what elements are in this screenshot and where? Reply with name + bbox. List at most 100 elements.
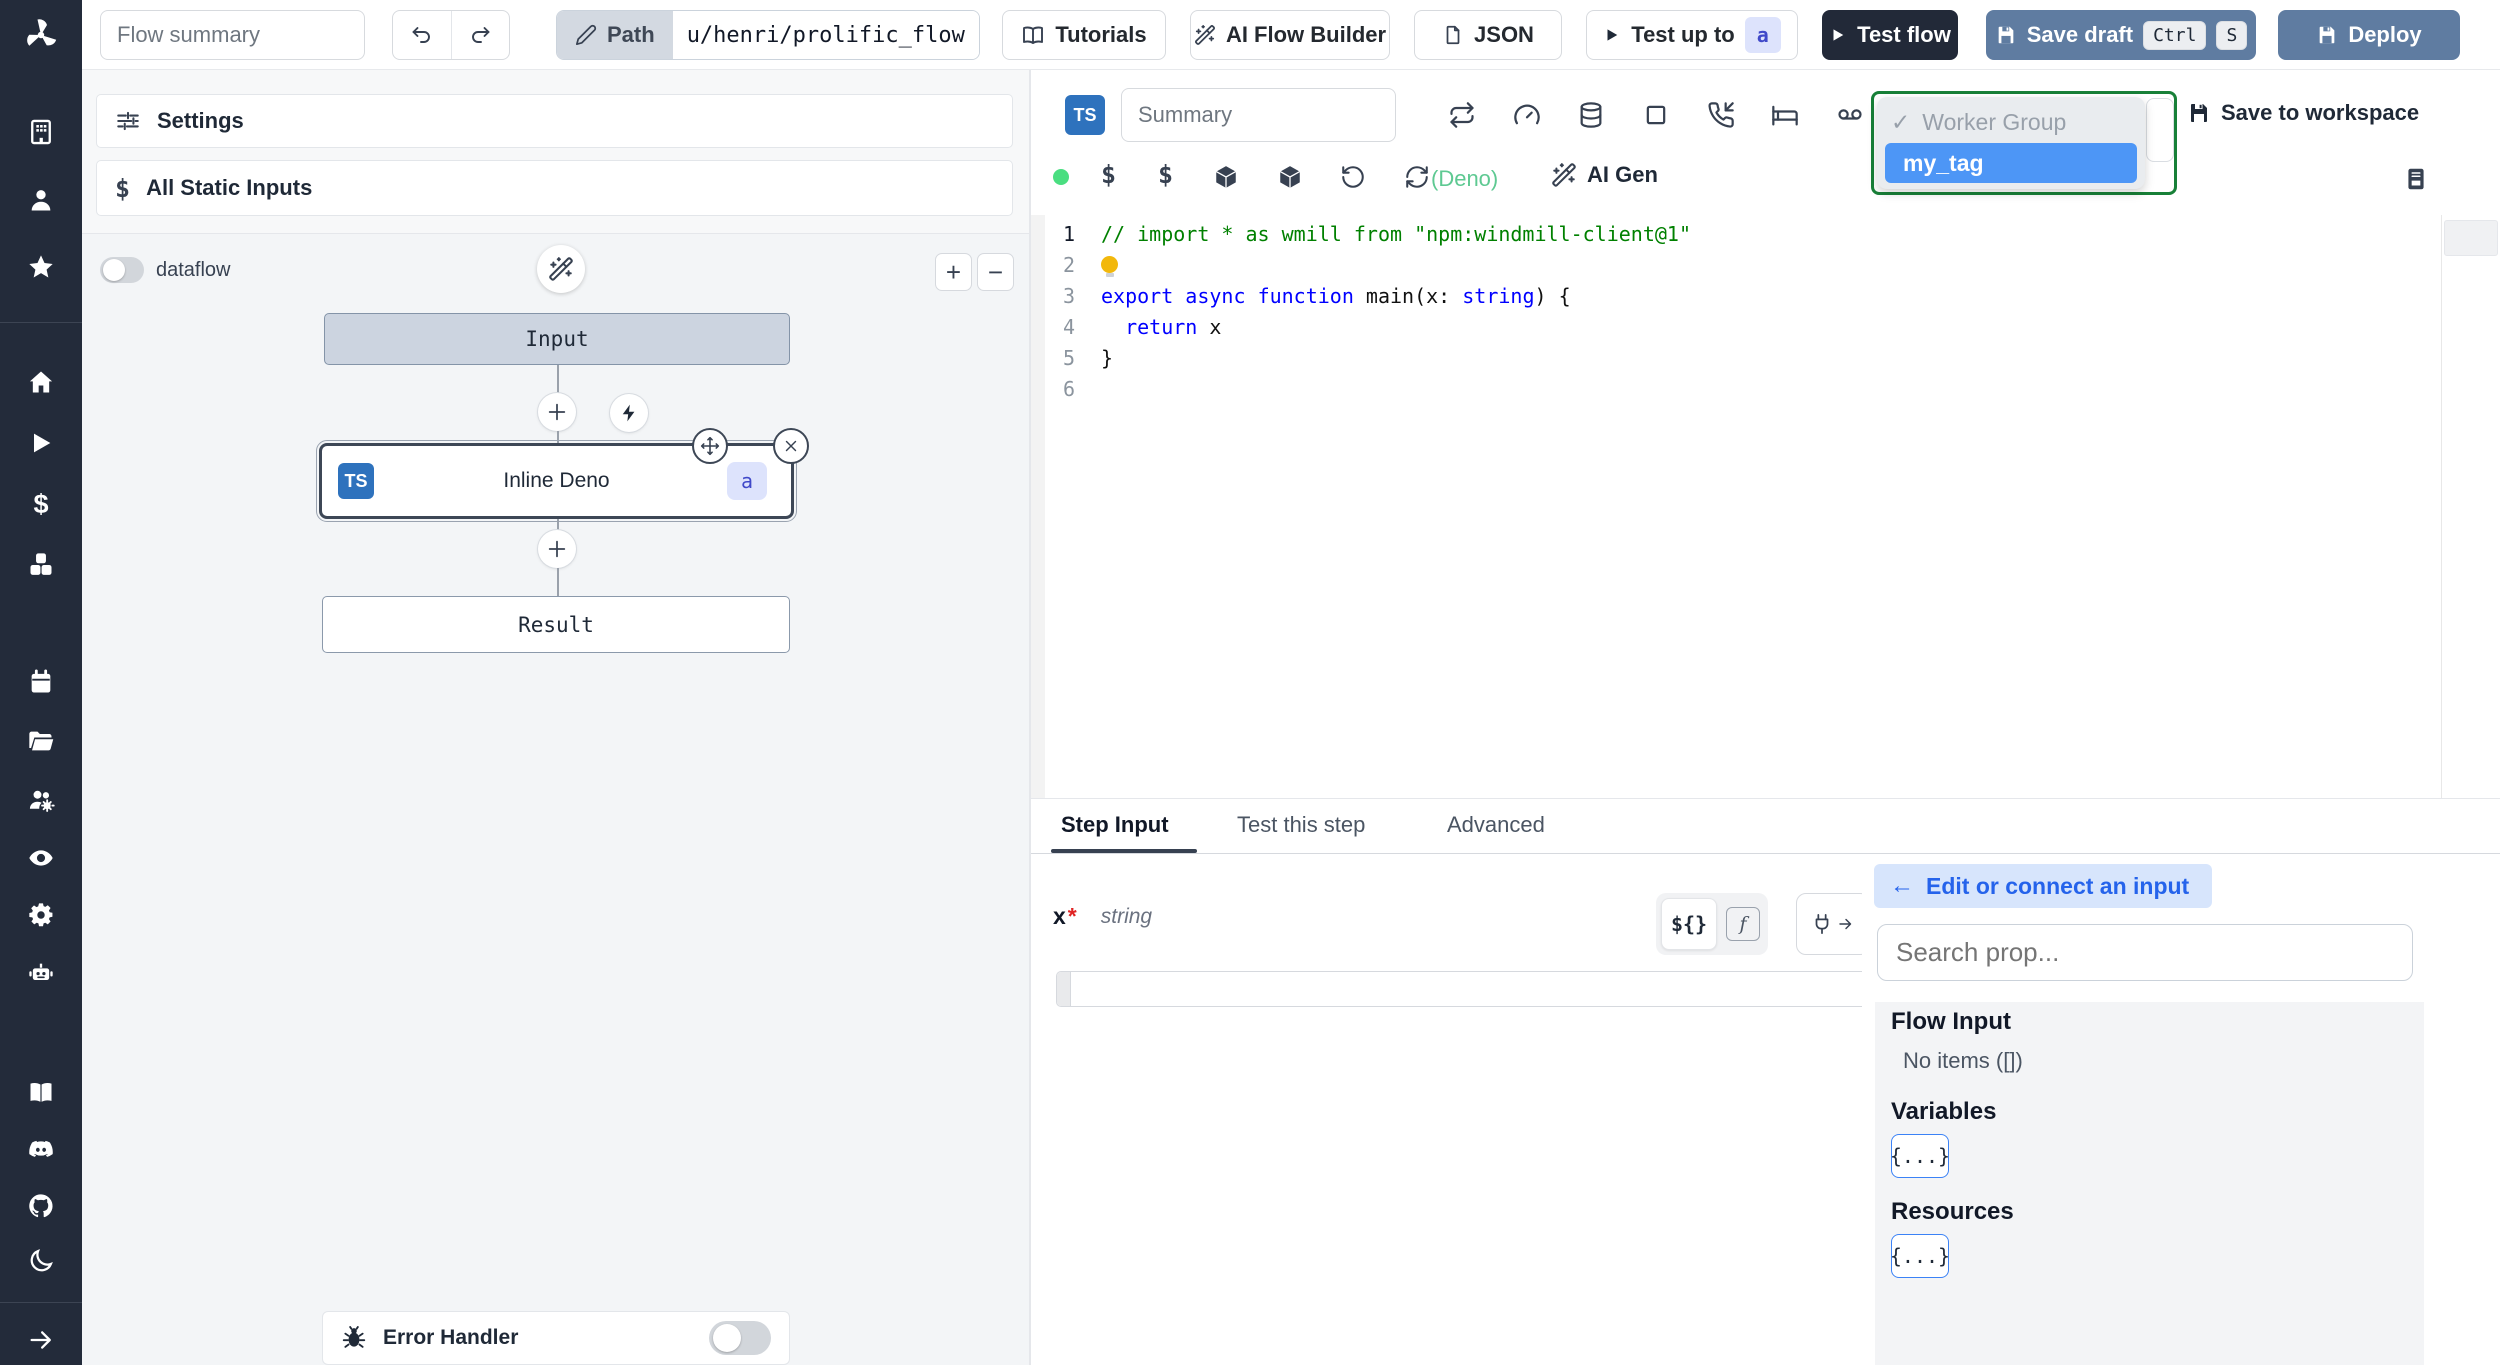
save-to-workspace-button[interactable]: Save to workspace — [2187, 100, 2419, 126]
edge-line — [557, 365, 559, 393]
user-icon[interactable] — [27, 186, 55, 214]
code-line[interactable]: 5} — [1045, 342, 2441, 373]
error-handler-toggle[interactable] — [709, 1321, 771, 1355]
code-line[interactable]: 3 export async function main(x: string) { — [1045, 280, 2441, 311]
flow-result-node[interactable]: Result — [322, 596, 790, 653]
code-line[interactable]: 2 — [1045, 249, 2441, 280]
all-static-inputs-row[interactable]: $ All Static Inputs — [96, 160, 1013, 216]
line-number: 3 — [1062, 283, 1075, 308]
expr-mode-button[interactable]: ${} — [1661, 898, 1717, 950]
deno-runtime-label[interactable]: (Deno) — [1431, 166, 1498, 192]
ai-robot-icon[interactable] — [27, 959, 55, 987]
connect-input-plug-button[interactable] — [1796, 893, 1870, 955]
search-prop-input[interactable] — [1877, 924, 2413, 981]
variables-dollar-icon[interactable]: $ — [27, 489, 55, 519]
edit-or-connect-button[interactable]: ← Edit or connect an input — [1874, 864, 2212, 908]
resources-object-badge[interactable]: {...} — [1890, 1234, 1950, 1278]
cache-database-icon[interactable] — [1577, 101, 1605, 129]
deploy-button[interactable]: Deploy — [2278, 10, 2460, 60]
package-cube-icon[interactable] — [1213, 164, 1241, 192]
worker-group-option[interactable]: ✓ Worker Group — [1877, 97, 2145, 136]
package-cube-icon[interactable] — [1277, 164, 1305, 192]
ai-wand-button[interactable] — [537, 245, 585, 293]
sidebar-divider — [0, 322, 82, 323]
audit-eye-icon[interactable] — [27, 844, 55, 872]
zoom-in-button[interactable]: + — [935, 253, 972, 291]
code-lines[interactable]: 1 // import * as wmill from "npm:windmill… — [1045, 218, 2441, 404]
early-stop-square-icon[interactable] — [1642, 101, 1670, 129]
tab-step-input[interactable]: Step Input — [1061, 812, 1169, 838]
mock-voicemail-icon[interactable] — [1836, 101, 1864, 129]
reset-refresh-icon[interactable] — [1404, 164, 1432, 192]
variables-object-badge[interactable]: {...} — [1890, 1134, 1950, 1178]
code-line[interactable]: 6 — [1045, 373, 2441, 404]
input-gutter — [1057, 972, 1071, 1006]
move-step-handle[interactable] — [692, 428, 728, 464]
fn-mode-button[interactable]: f — [1726, 907, 1760, 941]
concurrency-gauge-icon[interactable] — [1513, 101, 1541, 129]
flow-input-node[interactable]: Input — [324, 313, 790, 365]
github-icon[interactable] — [27, 1192, 55, 1220]
runs-play-icon[interactable] — [27, 429, 55, 457]
docs-book-icon[interactable] — [27, 1078, 55, 1106]
schedules-calendar-icon[interactable] — [27, 668, 55, 696]
code-line[interactable]: 1 // import * as wmill from "npm:windmill… — [1045, 218, 2441, 249]
expand-sidebar-arrow-icon[interactable] — [27, 1326, 55, 1354]
undo-button[interactable] — [393, 11, 452, 59]
windmill-logo[interactable] — [21, 15, 61, 55]
code-action-lightbulb-icon[interactable] — [1101, 256, 1118, 277]
retry-repeat-icon[interactable] — [1448, 101, 1476, 129]
error-handler-row[interactable]: Error Handler — [322, 1311, 790, 1365]
test-up-to-button[interactable]: Test up to a — [1586, 10, 1798, 60]
flow-summary-input[interactable] — [100, 10, 365, 60]
tab-advanced[interactable]: Advanced — [1447, 812, 1545, 838]
groups-users-gear-icon[interactable] — [27, 786, 55, 814]
favorites-star-icon[interactable] — [27, 253, 55, 281]
variable-picker-dollar-icon[interactable]: $ — [1101, 160, 1116, 189]
code-line[interactable]: 4 return x — [1045, 311, 2441, 342]
path-control[interactable]: Path u/henri/prolific_flow — [556, 10, 980, 60]
kbd-s: S — [2216, 20, 2248, 50]
field-value-input[interactable] — [1071, 972, 1867, 1006]
home-icon[interactable] — [27, 368, 55, 396]
script-library-icon[interactable] — [2403, 164, 2429, 194]
tutorials-label: Tutorials — [1055, 22, 1147, 47]
arrow-right-icon — [1839, 918, 1852, 930]
ai-gen-button[interactable]: AI Gen — [1551, 162, 1658, 188]
suspend-phone-icon[interactable] — [1707, 101, 1735, 129]
test-flow-button[interactable]: Test flow — [1822, 10, 1958, 60]
add-step-button[interactable] — [538, 530, 576, 568]
ai-flow-builder-button[interactable]: AI Flow Builder — [1190, 10, 1390, 60]
tutorials-button[interactable]: Tutorials — [1002, 10, 1166, 60]
add-step-button[interactable] — [538, 393, 576, 431]
deploy-label: Deploy — [2348, 22, 2422, 47]
resource-picker-dollar-icon[interactable]: $ — [1158, 160, 1173, 189]
step-summary-input[interactable] — [1121, 88, 1396, 142]
redo-button[interactable] — [452, 11, 510, 59]
minimap-slider[interactable] — [2444, 220, 2498, 256]
delete-step-button[interactable] — [773, 428, 809, 464]
json-label: JSON — [1474, 22, 1534, 47]
zoom-out-button[interactable]: − — [977, 253, 1014, 291]
discord-icon[interactable] — [27, 1136, 55, 1164]
worker-group-select[interactable]: ✓ Worker Group my_tag — [1871, 91, 2177, 195]
flow-settings-row[interactable]: Settings — [96, 94, 1013, 148]
workspace-building-icon[interactable] — [27, 118, 55, 146]
save-draft-button[interactable]: Save draft Ctrl S — [1986, 10, 2256, 60]
save-floppy-icon — [1998, 26, 2014, 44]
variables-section-title: Variables — [1891, 1098, 1997, 1125]
plug-icon — [1815, 913, 1829, 935]
sleep-bed-icon[interactable] — [1771, 101, 1799, 129]
tab-test-this-step[interactable]: Test this step — [1237, 812, 1365, 838]
workers-gear-icon[interactable] — [27, 901, 55, 929]
dataflow-toggle[interactable] — [100, 257, 144, 283]
history-undo-icon[interactable] — [1340, 164, 1368, 192]
json-button[interactable]: JSON — [1414, 10, 1562, 60]
my-tag-option[interactable]: my_tag — [1885, 143, 2137, 183]
resources-boxes-icon[interactable] — [27, 551, 55, 579]
add-trigger-button[interactable] — [610, 394, 648, 432]
settings-sliders-icon — [117, 111, 139, 131]
dark-mode-moon-icon[interactable] — [27, 1247, 55, 1275]
folders-icon[interactable] — [27, 727, 55, 755]
path-label-segment[interactable]: Path — [557, 11, 673, 59]
